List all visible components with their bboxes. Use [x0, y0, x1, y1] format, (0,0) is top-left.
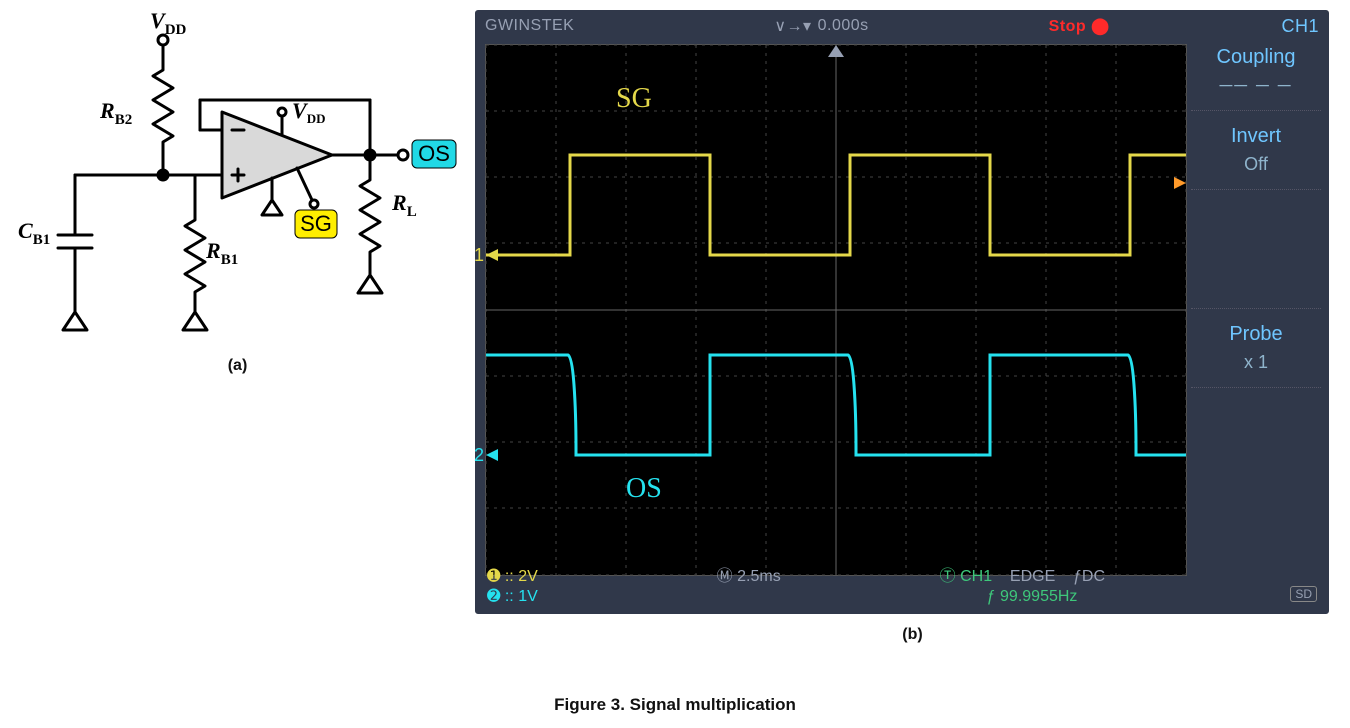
scope-brand: GWINSTEK: [485, 17, 574, 35]
freq-tag: ƒ: [987, 588, 996, 605]
scope-run-state: Stop ⬤: [1049, 16, 1110, 36]
trig-coupling: ƒDC: [1073, 568, 1105, 585]
sg-tag-label: SG: [300, 211, 332, 236]
ch1-scale: :: 2V: [505, 568, 538, 585]
ch2-scale: :: 1V: [505, 588, 538, 605]
trig-arrow-icon: ∨→▾: [774, 16, 811, 36]
menu-coupling[interactable]: Coupling ── ─ ─: [1191, 32, 1321, 111]
rl-label: RL: [391, 190, 417, 220]
scope-time-value: 0.000s: [818, 17, 869, 35]
menu-invert[interactable]: Invert Off: [1191, 111, 1321, 190]
timebase-tag: Ⓜ: [717, 568, 733, 585]
ch1-zero-marker: 1: [474, 245, 484, 265]
trig-mode: EDGE: [1010, 568, 1055, 585]
ch2-zero-marker: 2: [474, 445, 484, 465]
scope-side-menu: Coupling ── ─ ─ Invert Off Probe x 1: [1191, 32, 1321, 388]
rb2-label: RB2: [99, 98, 132, 128]
vdd-amp-label: VDD: [292, 98, 325, 126]
figure-caption: Figure 3. Signal multiplication: [0, 695, 1350, 715]
ch2-scale-tag: ➋: [487, 588, 500, 605]
oscilloscope-screen: GWINSTEK ∨→▾ 0.000s Stop ⬤ CH1: [475, 10, 1329, 614]
trace-label-sg: SG: [616, 83, 652, 114]
sd-icon: SD: [1290, 586, 1317, 602]
trig-src-tag: Ⓣ: [940, 568, 956, 585]
scope-panel: GWINSTEK ∨→▾ 0.000s Stop ⬤ CH1: [475, 0, 1350, 640]
menu-probe[interactable]: Probe x 1: [1191, 309, 1321, 388]
circuit-panel: SG OS VDD VDD RB2 RB1 CB1 RL (a): [0, 0, 475, 640]
os-tag-label: OS: [418, 141, 450, 166]
rb1-label: RB1: [205, 238, 238, 268]
sublabel-b: (b): [475, 626, 1350, 644]
vdd-label: VDD: [150, 8, 187, 38]
trace-label-os: OS: [626, 473, 662, 504]
sublabel-a: (a): [0, 357, 475, 375]
scope-bottom-bar: ➊ :: 2V Ⓜ 2.5ms Ⓣ CH1 EDGE ƒDC ➋ :: 1V: [487, 562, 1317, 606]
timebase: 2.5ms: [737, 568, 781, 585]
trig-src: CH1: [960, 568, 992, 585]
freq: 99.9955Hz: [1000, 588, 1077, 605]
ch1-scale-tag: ➊: [487, 568, 500, 585]
scope-waveform-area: 1 2 SG OS: [485, 44, 1187, 576]
cb1-label: CB1: [18, 218, 50, 248]
circuit-diagram: SG OS VDD VDD RB2 RB1 CB1 RL: [0, 0, 475, 340]
